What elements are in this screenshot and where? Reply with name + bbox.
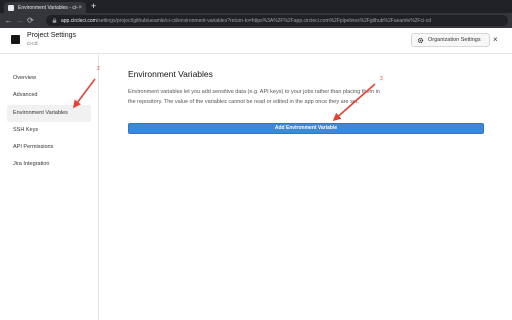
add-environment-variable-button[interactable]: Add Environment Variable [128,123,484,134]
url-path: /settings/project/github/ueamle/ci-cd/en… [96,17,432,24]
step-2-label: 2 [97,66,100,72]
tab-close-icon[interactable]: × [78,5,82,11]
url-host: app.circleci.com [61,17,97,24]
sidebar-item-advanced[interactable]: Advanced [7,87,91,104]
project-name: ci-cd [27,41,38,47]
sidebar-item-overview[interactable]: Overview [7,70,91,87]
browser-tab-bar: Environment Variables - ci-cd × + [0,0,512,13]
browser-tab[interactable]: Environment Variables - ci-cd × [4,2,86,13]
browser-tab-title: Environment Variables - ci-cd [18,4,79,11]
sidebar-item-api-permissions[interactable]: API Permissions [7,139,91,156]
sidebar-item-ssh-keys[interactable]: SSH Keys [7,122,91,139]
circleci-logo-icon [11,35,20,44]
sidebar-item-jira-integration[interactable]: Jira Integration [7,156,91,173]
section-title: Environment Variables [128,69,213,79]
settings-sidebar: Overview Advanced Environment Variables … [0,55,99,320]
gear-icon [417,37,424,43]
lock-icon [52,18,57,23]
circleci-favicon-icon [8,4,14,11]
browser-toolbar: ← → ⟳ app.circleci.com/settings/project/… [0,13,512,28]
close-icon[interactable]: × [493,34,498,46]
step-3-label: 3 [380,76,383,82]
organization-settings-button[interactable]: Organization Settings [411,33,490,47]
new-tab-button[interactable]: + [91,1,96,12]
sidebar-item-environment-variables[interactable]: Environment Variables [7,105,91,122]
organization-settings-label: Organization Settings [428,37,481,43]
address-url: app.circleci.com/settings/project/github… [61,18,431,24]
forward-arrow-icon[interactable]: → [14,13,25,28]
page-title: Project Settings [27,32,77,39]
back-arrow-icon[interactable]: ← [3,13,14,28]
section-description: Environment variables let you add sensit… [128,89,380,105]
reload-icon[interactable]: ⟳ [25,13,36,28]
address-bar[interactable]: app.circleci.com/settings/project/github… [46,15,508,26]
